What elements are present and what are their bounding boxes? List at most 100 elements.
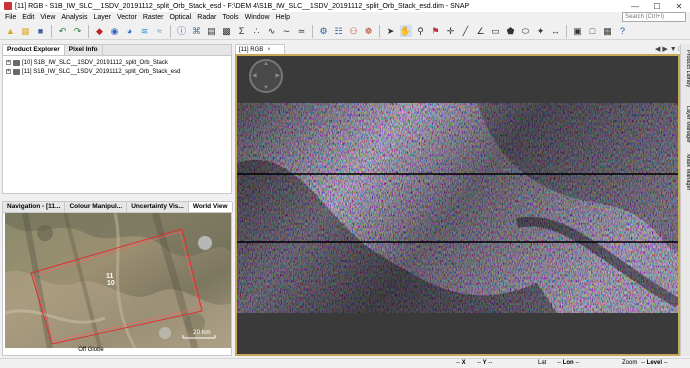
product-label: [10] S1B_IW_SLC__1SDV_20191112_split_Orb…	[22, 59, 168, 66]
pan-left-icon[interactable]: ◀	[252, 72, 257, 79]
toolbar-separator	[88, 24, 89, 38]
pan-tool-icon[interactable]: ✋	[399, 25, 412, 37]
menu-edit[interactable]: Edit	[19, 14, 37, 21]
spectrum-icon[interactable]: ∼	[281, 25, 293, 37]
tile-windows-icon[interactable]: ▦	[602, 25, 614, 37]
product-icon	[13, 68, 20, 75]
pan-navigation-control[interactable]: ▲ ▼ ◀ ▶	[249, 59, 283, 93]
zoom-tool-icon[interactable]: ⚲	[415, 25, 427, 37]
wind-icon[interactable]: ≋	[139, 25, 151, 37]
menu-analysis[interactable]: Analysis	[58, 14, 90, 21]
close-icon[interactable]: ✕	[668, 0, 690, 12]
pan-right-icon[interactable]: ▶	[275, 72, 280, 79]
image-view-tab-label: [11] RGB	[239, 46, 264, 53]
gcp-tool-icon[interactable]: ✛	[445, 25, 457, 37]
tab-uncertainty-visualisation[interactable]: Uncertainty Vis...	[127, 202, 189, 212]
snap-app-icon	[4, 2, 12, 10]
draw-ellipse-icon[interactable]: ⬭	[520, 25, 532, 37]
maximize-icon[interactable]: ☐	[646, 0, 668, 12]
tab-world-view[interactable]: World View	[188, 202, 233, 212]
profile-plot-icon[interactable]: ∿	[266, 25, 278, 37]
world-view-panel: Navigation - [11... Colour Manipul... Un…	[2, 201, 233, 356]
redo-icon[interactable]: ↷	[72, 25, 84, 37]
expand-icon[interactable]: +	[6, 60, 11, 65]
view-scroll-controls: ◀ ▶ ▼ □	[655, 45, 683, 53]
level-readout: -- Level --	[641, 360, 668, 366]
sync-views-icon[interactable]: ▣	[572, 25, 584, 37]
scatter-plot-icon[interactable]: ∴	[251, 25, 263, 37]
undo-icon[interactable]: ↶	[57, 25, 69, 37]
new-project-icon[interactable]: ▲	[5, 25, 17, 37]
off-globe-label: Off Globe	[78, 347, 104, 353]
menu-view[interactable]: View	[37, 14, 58, 21]
status-bar: -- X -- Y -- Lat -- Lon -- Zoom -- Level…	[0, 358, 690, 368]
menu-window[interactable]: Window	[242, 14, 273, 21]
graph-builder-icon[interactable]: ⚙	[318, 25, 330, 37]
sync-cursor-icon[interactable]: □	[587, 25, 599, 37]
close-tab-icon[interactable]: ×	[267, 47, 271, 53]
snaphu-icon[interactable]: ⚇	[348, 25, 360, 37]
rgb-image-icon[interactable]: ◉	[109, 25, 121, 37]
pan-down-icon[interactable]: ▼	[263, 85, 269, 91]
draw-rectangle-icon[interactable]: ▭	[490, 25, 502, 37]
band-maths-icon[interactable]: ◆	[94, 25, 106, 37]
bar-chart-icon[interactable]: ▤	[206, 25, 218, 37]
sum-statistics-icon[interactable]: Σ	[236, 25, 248, 37]
tab-layer-manager[interactable]: Layer Manager	[681, 104, 690, 143]
scroll-right-icon[interactable]: ▶	[662, 46, 667, 53]
tab-mask-manager[interactable]: Mask Manager	[681, 152, 690, 190]
menu-optical[interactable]: Optical	[166, 14, 194, 21]
menu-raster[interactable]: Raster	[140, 14, 167, 21]
zoom-label: Zoom	[622, 360, 638, 366]
pin-tool-icon[interactable]: ⚑	[430, 25, 442, 37]
geocoding-icon[interactable]: ⌘	[191, 25, 203, 37]
save-product-icon[interactable]: ■	[35, 25, 47, 37]
sea-ice-icon[interactable]: ≈	[154, 25, 166, 37]
menu-bar: File Edit View Analysis Layer Vector Ras…	[0, 12, 690, 23]
image-view-frame: ▲ ▼ ◀ ▶	[235, 54, 680, 356]
menu-layer[interactable]: Layer	[90, 14, 114, 21]
tab-pixel-info[interactable]: Pixel Info	[65, 45, 103, 55]
scroll-left-icon[interactable]: ◀	[655, 46, 660, 53]
minimize-icon[interactable]: —	[624, 0, 646, 12]
lon-readout: -- Lon --	[557, 360, 580, 366]
tab-product-explorer[interactable]: Product Explorer	[3, 45, 65, 55]
expand-icon[interactable]: +	[6, 69, 11, 74]
batch-processing-icon[interactable]: ☷	[333, 25, 345, 37]
menu-help[interactable]: Help	[273, 14, 293, 21]
tab-product-library[interactable]: Product Library	[681, 48, 690, 87]
search-input[interactable]: Search (Ctrl+I)	[622, 12, 686, 22]
menu-vector[interactable]: Vector	[114, 14, 140, 21]
tab-navigation[interactable]: Navigation - [11...	[3, 202, 66, 212]
information-icon[interactable]: ⓘ	[176, 25, 188, 37]
menu-tools[interactable]: Tools	[219, 14, 241, 21]
y-coordinate-readout: -- Y --	[477, 360, 493, 366]
magic-wand-icon[interactable]: ✦	[535, 25, 547, 37]
y-label: Y	[482, 360, 487, 366]
menu-radar[interactable]: Radar	[194, 14, 219, 21]
view-menu-icon[interactable]: ▼	[670, 46, 677, 53]
histogram-icon[interactable]: ▩	[221, 25, 233, 37]
toolbar-separator	[379, 24, 380, 38]
draw-line-icon[interactable]: ╱	[460, 25, 472, 37]
image-canvas[interactable]: ▲ ▼ ◀ ▶	[237, 56, 678, 354]
time-series-icon[interactable]: ≃	[296, 25, 308, 37]
product-explorer-tabs: Product Explorer Pixel Info	[3, 45, 231, 56]
level-label: Level	[646, 360, 663, 366]
draw-polygon-icon[interactable]: ⬟	[505, 25, 517, 37]
menu-file[interactable]: File	[2, 14, 19, 21]
tab-image-view-rgb[interactable]: [11] RGB ×	[235, 44, 285, 54]
product-node-11[interactable]: + [11] S1B_IW_SLC__1SDV_20191112_split_O…	[3, 67, 231, 76]
world-map-icon[interactable]: ◕	[124, 25, 136, 37]
select-tool-icon[interactable]: ➤	[385, 25, 397, 37]
pan-up-icon[interactable]: ▲	[263, 61, 269, 67]
open-product-icon[interactable]: ▦	[20, 25, 32, 37]
product-10-label: 10	[107, 280, 115, 287]
world-view-map[interactable]: 11 10 20 km	[5, 213, 231, 348]
range-finder-icon[interactable]: ↔	[550, 25, 562, 37]
tab-colour-manipulation[interactable]: Colour Manipul...	[65, 202, 128, 212]
interferogram-icon[interactable]: ☸	[363, 25, 375, 37]
product-node-10[interactable]: + [10] S1B_IW_SLC__1SDV_20191112_split_O…	[3, 58, 231, 67]
draw-polyline-icon[interactable]: ∠	[475, 25, 487, 37]
help-icon[interactable]: ?	[617, 25, 629, 37]
